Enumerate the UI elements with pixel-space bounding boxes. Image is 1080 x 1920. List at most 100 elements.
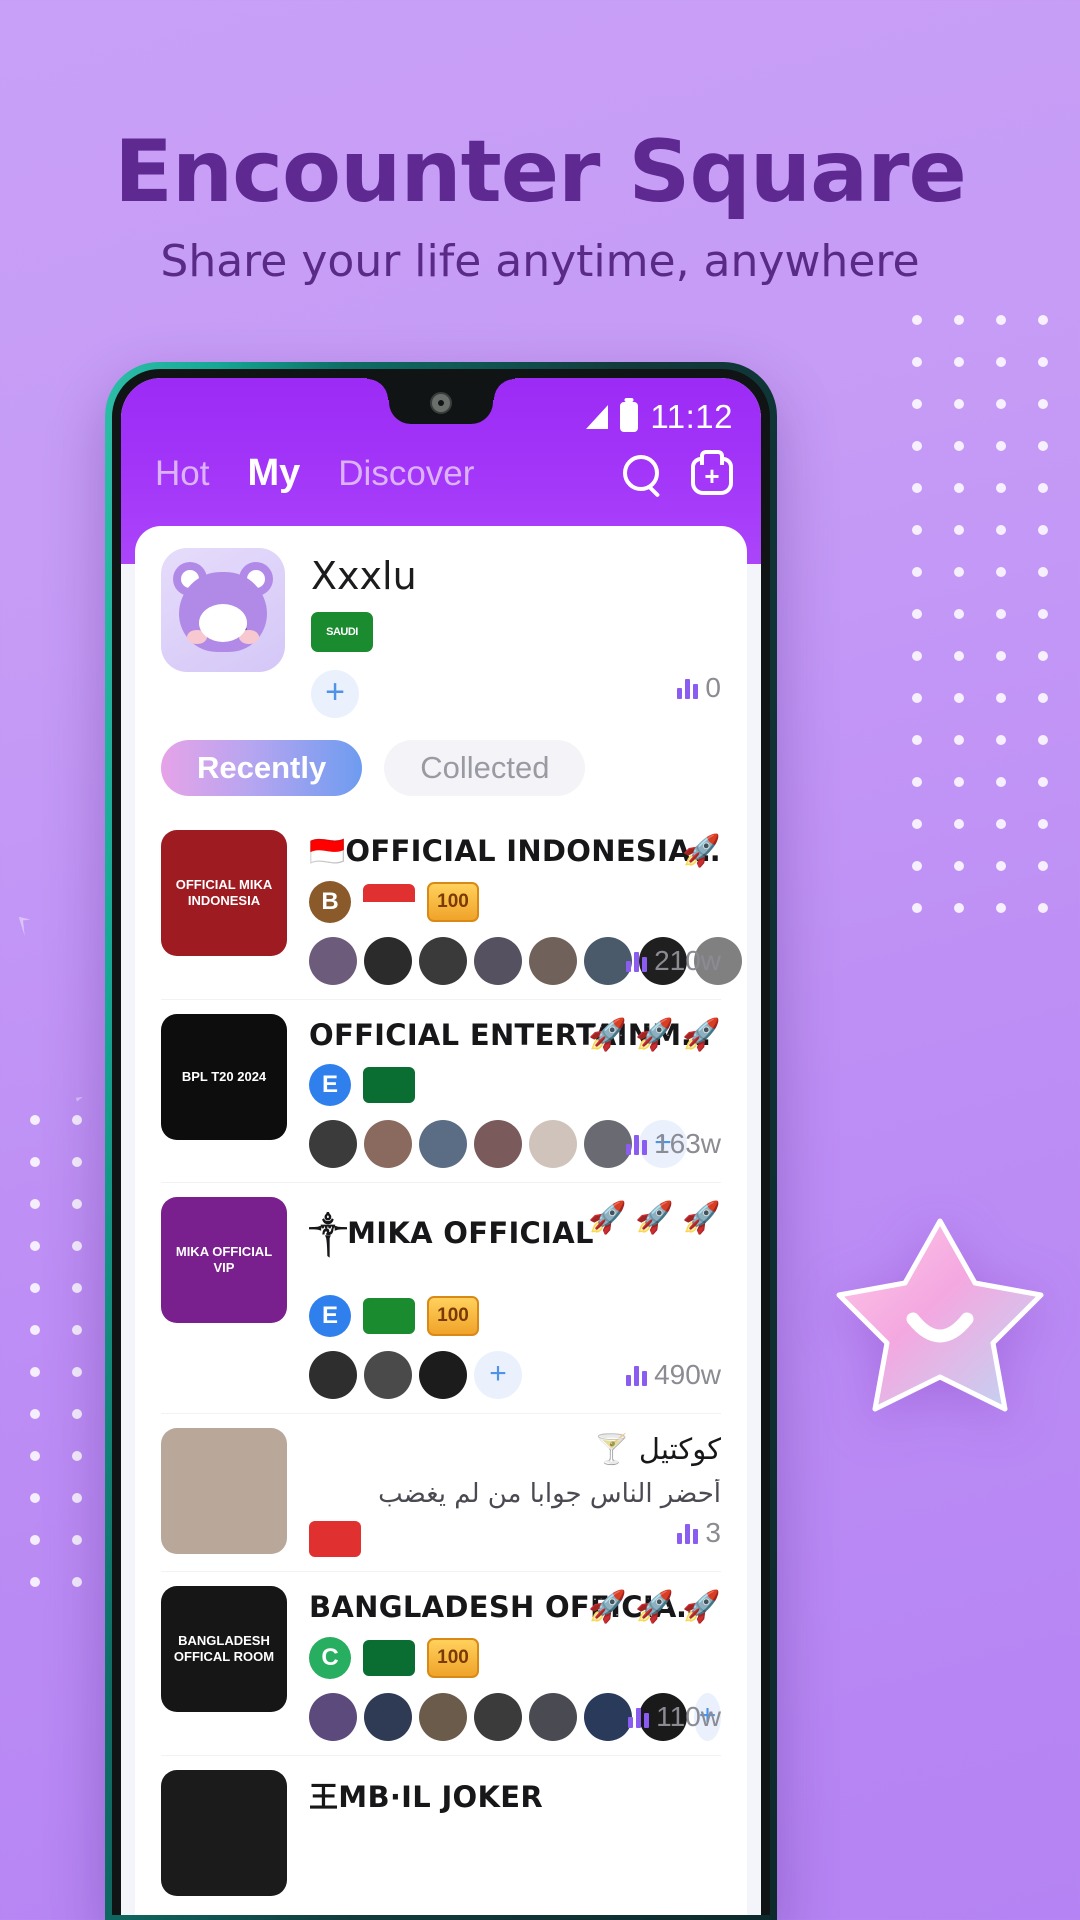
- room-list-item[interactable]: MIKA OFFICIAL VIP ༒MIKA OFFICIAL E 100 + 🚀 🚀 …: [161, 1182, 721, 1413]
- decorative-dot: [30, 1409, 40, 1419]
- decorative-dot: [72, 1493, 82, 1503]
- page-title: Encounter Square: [114, 122, 967, 222]
- decorative-dot: [72, 1115, 82, 1125]
- member-avatar: [419, 1351, 467, 1399]
- room-badges: E: [309, 1064, 721, 1106]
- room-badge-circle: C: [309, 1637, 351, 1679]
- decorative-dot: [954, 903, 964, 913]
- decorative-dot: [996, 399, 1006, 409]
- room-rocket-icons: 🚀 🚀 🚀: [587, 1589, 721, 1624]
- room-join-button[interactable]: +: [474, 1351, 522, 1399]
- member-avatar: [419, 1693, 467, 1741]
- member-avatar: [474, 1693, 522, 1741]
- decorative-dot: [72, 1325, 82, 1335]
- filter-collected[interactable]: Collected: [384, 740, 586, 796]
- decorative-dot: [912, 483, 922, 493]
- room-body: 王MB·IL JOKER: [309, 1770, 721, 1896]
- decorative-dot: [912, 819, 922, 829]
- room-list-item[interactable]: OFFICIAL MIKA INDONESIA 🇮🇩OFFICIAL INDONE…: [161, 816, 742, 999]
- battery-icon: [620, 402, 639, 432]
- decorative-dot: [912, 315, 922, 325]
- room-count-value: 110w: [656, 1701, 721, 1732]
- room-badges: [309, 1521, 721, 1557]
- room-list-item[interactable]: BANGLADESH OFFICAL ROOM BANGLADESH OFFICI…: [161, 1571, 721, 1755]
- decorative-dot: [996, 525, 1006, 535]
- decorative-dot: [954, 777, 964, 787]
- decorative-dot: [72, 1199, 82, 1209]
- member-avatar: [529, 1120, 577, 1168]
- room-count-value: 210w: [654, 945, 721, 976]
- bear-avatar-icon[interactable]: <: [161, 548, 285, 672]
- decorative-dot: [996, 777, 1006, 787]
- decorative-dot: [954, 399, 964, 409]
- status-bar-time: 11:12: [650, 398, 733, 435]
- decorative-dot: [30, 1367, 40, 1377]
- decorative-dot: [954, 693, 964, 703]
- decorative-dot: [954, 525, 964, 535]
- room-thumbnail: BANGLADESH OFFICAL ROOM: [161, 1586, 287, 1712]
- add-room-icon[interactable]: [691, 456, 733, 495]
- decorative-dot: [72, 1409, 82, 1419]
- room-badge-flag: [363, 884, 415, 920]
- decorative-dot: [1038, 357, 1048, 367]
- room-badge-level: 100: [427, 1296, 479, 1336]
- decorative-dot: [30, 1451, 40, 1461]
- tab-discover[interactable]: Discover: [338, 454, 474, 494]
- room-badge-level: 100: [427, 1638, 479, 1678]
- room-title: 王MB·IL JOKER: [309, 1780, 543, 1814]
- room-count-value: 3: [705, 1517, 721, 1548]
- decorative-dot: [954, 609, 964, 619]
- decorative-dot: [996, 861, 1006, 871]
- room-badge-circle: E: [309, 1064, 351, 1106]
- decorative-dot: [72, 1451, 82, 1461]
- room-title: 🇮🇩OFFICIAL INDONESIAN 🇮🇩: [309, 834, 721, 868]
- search-icon[interactable]: [621, 453, 663, 495]
- decorative-dot: [912, 651, 922, 661]
- decorative-dot: [30, 1157, 40, 1167]
- decorative-dot: [912, 399, 922, 409]
- decorative-dot: [996, 441, 1006, 451]
- signal-triangle-icon: [586, 405, 609, 429]
- room-thumbnail: OFFICIAL MIKA INDONESIA: [161, 830, 287, 956]
- phone-bezel: 11:12 Hot My Discover + Xxxlu SAUDI + 0 …: [112, 369, 770, 1915]
- decorative-dot: [912, 357, 922, 367]
- decorative-dot: [1038, 399, 1048, 409]
- star-mascot-icon[interactable]: [835, 1215, 1045, 1415]
- phone-mockup: 11:12 Hot My Discover + Xxxlu SAUDI + 0 …: [105, 362, 777, 1920]
- member-avatar: [309, 1351, 357, 1399]
- member-avatar: [529, 937, 577, 985]
- decorative-dot: [954, 357, 964, 367]
- room-list-item[interactable]: BPL T20 2024OFFICIAL ENTERTAINMENT ROO…E…: [161, 999, 721, 1182]
- decorative-dot: [912, 777, 922, 787]
- member-avatar: [309, 1693, 357, 1741]
- profile-card[interactable]: < Xxxlu SAUDI + 0: [135, 526, 747, 728]
- tab-hot[interactable]: Hot: [155, 454, 209, 494]
- member-avatar: [474, 937, 522, 985]
- bars-icon: [677, 677, 699, 699]
- room-list-item[interactable]: 王MB·IL JOKER: [161, 1755, 721, 1910]
- tab-my[interactable]: My: [247, 452, 300, 495]
- decorative-dot: [996, 735, 1006, 745]
- bars-icon: [626, 950, 648, 972]
- room-badge-level: 100: [427, 882, 479, 922]
- profile-add-button[interactable]: +: [311, 670, 359, 718]
- room-body: كوكتيل 🍸 أحضر الناس جوابا من لم يغضب: [309, 1428, 721, 1557]
- room-thumbnail: BPL T20 2024: [161, 1014, 287, 1140]
- profile-info: Xxxlu SAUDI +: [311, 548, 651, 718]
- room-count-value: 490w: [654, 1359, 721, 1390]
- decorative-dot: [30, 1577, 40, 1587]
- filter-chips: Recently Collected: [135, 728, 747, 816]
- notch: [367, 378, 515, 424]
- room-list-item[interactable]: كوكتيل 🍸 أحضر الناس جوابا من لم يغضب 3: [161, 1413, 721, 1571]
- room-badge-flag: [363, 1640, 415, 1676]
- bars-icon: [626, 1364, 648, 1386]
- decorative-dot: [912, 693, 922, 703]
- decorative-dot: [1038, 861, 1048, 871]
- room-title: كوكتيل 🍸: [593, 1432, 721, 1466]
- decorative-dot: [954, 441, 964, 451]
- filter-recently[interactable]: Recently: [161, 740, 363, 796]
- member-avatar: [584, 1120, 632, 1168]
- content-sheet: < Xxxlu SAUDI + 0: [135, 526, 747, 1915]
- member-avatar: [309, 1120, 357, 1168]
- decorative-dot: [1038, 315, 1048, 325]
